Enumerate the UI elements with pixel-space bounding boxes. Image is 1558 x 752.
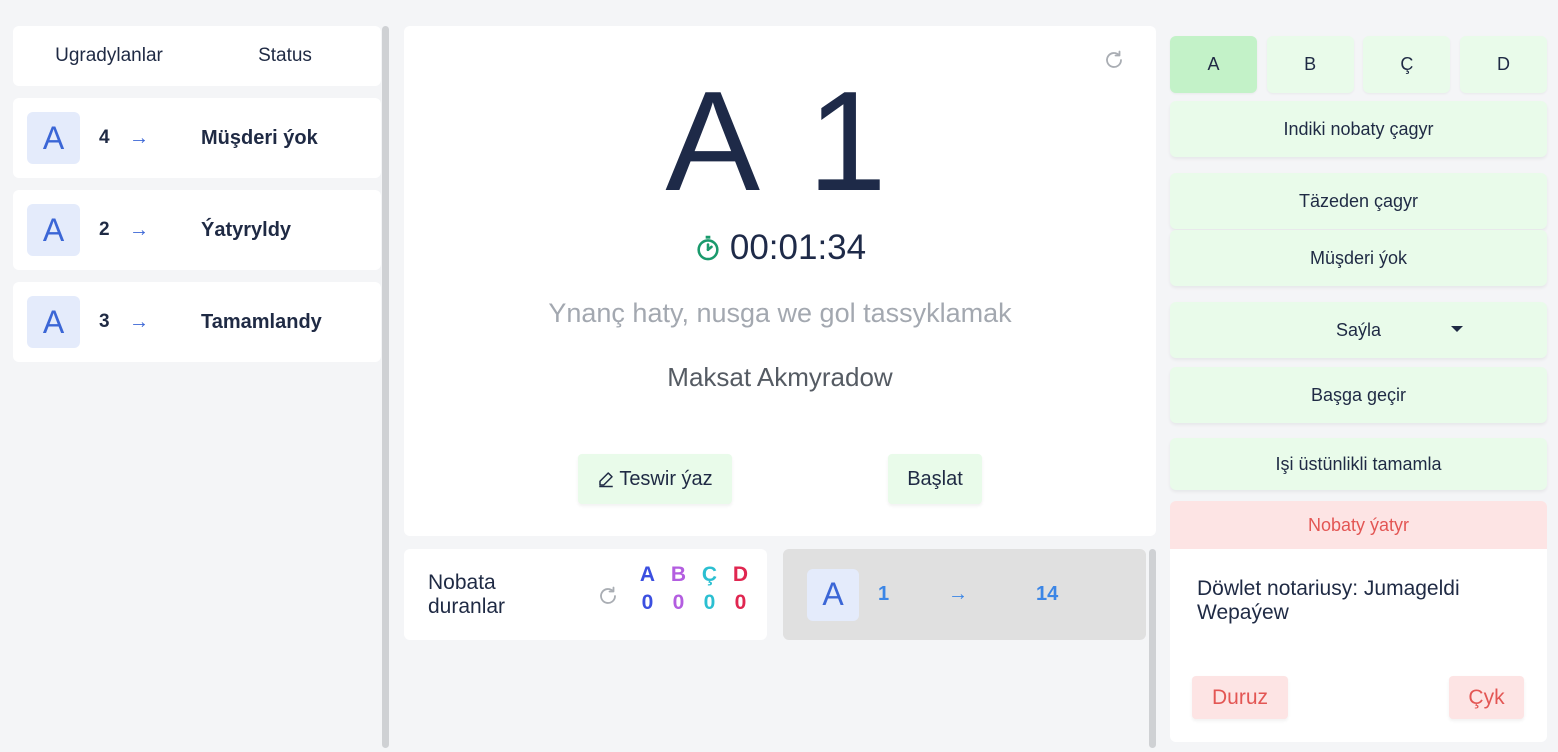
tab-b[interactable]: B: [1266, 36, 1354, 93]
ticket-number: 3: [99, 311, 110, 332]
complete-button[interactable]: Işi üstünlikli tamamla: [1170, 438, 1547, 490]
visited-panel: Ugradylanlar Status A 4 → Müşderi ýok A …: [13, 26, 381, 362]
left-scrollbar[interactable]: [382, 26, 389, 748]
visited-row[interactable]: A 4 → Müşderi ýok: [13, 98, 381, 178]
queue-letter-badge: A: [27, 112, 80, 164]
refresh-icon[interactable]: [596, 584, 620, 608]
queue-letter-d: D: [732, 563, 749, 586]
chevron-down-icon: [1451, 326, 1463, 332]
arrow-right-icon: →: [948, 583, 968, 605]
notary-name: Döwlet notariusy: Jumageldi Wepaýew: [1197, 577, 1460, 624]
col-status: Status: [258, 45, 312, 66]
ticket-number-display: A 1: [665, 62, 895, 221]
queue-count-b: 0: [672, 591, 685, 614]
write-note-label: Teswir ýaz: [619, 467, 713, 490]
stopwatch-icon: [697, 235, 719, 261]
waiting-counts: A B Ç D 0 0 0 0: [632, 563, 756, 615]
ticket-status: Tamamlandy: [201, 310, 322, 333]
timer-value: 00:01:34: [729, 228, 867, 267]
tab-c[interactable]: Ç: [1363, 36, 1451, 93]
exit-button[interactable]: Çyk: [1449, 676, 1524, 719]
ticket-status: Müşderi ýok: [201, 126, 318, 149]
queue-count-a: 0: [641, 591, 654, 614]
queue-letter-badge: A: [807, 568, 859, 621]
customer-name: Maksat Akmyradow: [667, 362, 893, 392]
arrow-right-icon: →: [129, 218, 149, 241]
visited-row[interactable]: A 3 → Tamamlandy: [13, 282, 381, 362]
center-scrollbar[interactable]: [1149, 549, 1156, 748]
transfer-row[interactable]: A 1 → 14: [783, 549, 1146, 640]
refresh-icon[interactable]: [1102, 48, 1126, 72]
start-button[interactable]: Başlat: [888, 454, 982, 504]
queue-tabs: A B Ç D: [1170, 36, 1547, 93]
current-ticket-card: A 1 00:01:34 Ynanç haty, nusga we gol ta…: [404, 26, 1156, 536]
queue-letter-c: Ç: [701, 563, 718, 586]
queue-count-c: 0: [703, 591, 716, 614]
select-label: Saýla: [1335, 319, 1382, 340]
queue-letter-a: A: [639, 563, 656, 586]
pause-button[interactable]: Duruz: [1192, 676, 1288, 719]
queue-letter-badge: A: [27, 296, 80, 348]
visited-row[interactable]: A 2 → Ýatyryldy: [13, 190, 381, 270]
no-customer-button[interactable]: Müşderi ýok: [1170, 230, 1547, 286]
controls-panel: A B Ç D Indiki nobaty çagyr Täzeden çagy…: [1170, 36, 1547, 742]
transfer-from: 1: [878, 583, 890, 605]
cancel-queue-button[interactable]: Nobaty ýatyr: [1170, 501, 1547, 549]
queue-letter-badge: A: [27, 204, 80, 256]
transfer-button[interactable]: Başga geçir: [1170, 367, 1547, 423]
call-next-button[interactable]: Indiki nobaty çagyr: [1170, 101, 1547, 157]
write-note-button[interactable]: Teswir ýaz: [578, 454, 732, 504]
ticket-status: Ýatyryldy: [201, 218, 292, 241]
notary-card: Döwlet notariusy: Jumageldi Wepaýew Duru…: [1170, 549, 1547, 742]
pencil-icon: [599, 472, 614, 488]
col-visited: Ugradylanlar: [55, 45, 163, 66]
service-timer: 00:01:34: [404, 228, 1156, 268]
transfer-to: 14: [1036, 583, 1059, 605]
select-dropdown[interactable]: Saýla: [1170, 302, 1547, 358]
tab-d[interactable]: D: [1459, 36, 1547, 93]
ticket-number: 2: [99, 219, 110, 240]
service-name: Ynanç haty, nusga we gol tassyklamak: [548, 298, 1012, 328]
waiting-label: Nobata duranlar: [428, 571, 506, 618]
queue-letter-b: B: [670, 563, 687, 586]
waiting-panel: Nobata duranlar A B Ç D 0 0 0 0: [404, 549, 767, 640]
visited-header: Ugradylanlar Status: [13, 26, 381, 86]
arrow-right-icon: →: [129, 126, 149, 149]
arrow-right-icon: →: [129, 310, 149, 333]
queue-count-d: 0: [734, 591, 747, 614]
tab-a[interactable]: A: [1170, 36, 1257, 93]
ticket-number: 4: [99, 127, 110, 148]
recall-button[interactable]: Täzeden çagyr: [1170, 173, 1547, 229]
